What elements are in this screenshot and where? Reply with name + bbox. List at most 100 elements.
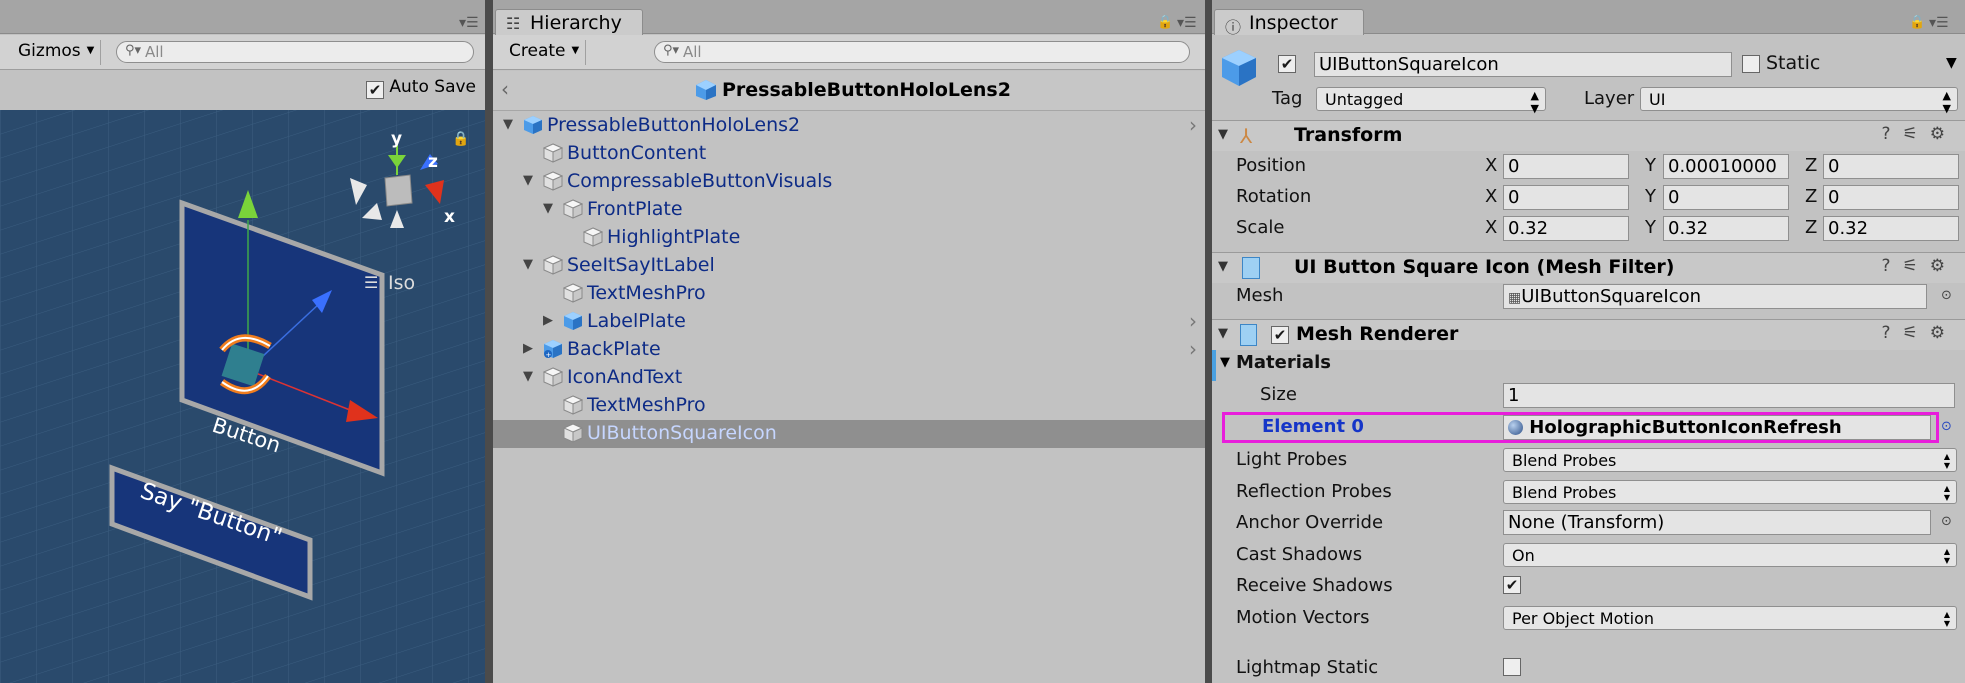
lock-icon[interactable]: 🔒 xyxy=(1157,15,1173,30)
element0-material-field[interactable]: HolographicButtonIconRefresh xyxy=(1503,415,1931,440)
hierarchy-item-label: FrontPlate xyxy=(587,198,683,220)
scene-svg: Button Say "Button" y z x 🔒 ☰ Iso xyxy=(0,110,485,683)
tab-inspector[interactable]: ⓘ Inspector xyxy=(1214,9,1364,37)
cast-shadows-dropdown[interactable]: On ▲ ▼ xyxy=(1503,543,1957,567)
axis-x-label: x xyxy=(444,207,455,227)
help-book-icon: ? xyxy=(1881,323,1903,343)
hierarchy-item[interactable]: ▼ CompressableButtonVisuals xyxy=(493,168,1205,196)
transform-header[interactable]: ▼ ⅄ Transform ?⚟⚙ xyxy=(1212,120,1965,151)
light-probes-dropdown[interactable]: Blend Probes ▲ ▼ xyxy=(1503,448,1957,472)
lock-icon[interactable]: 🔒 xyxy=(1909,15,1925,30)
panel-menu-icon[interactable]: ▾☰ xyxy=(1929,15,1949,31)
position-y-field[interactable]: 0.00010000 xyxy=(1663,154,1789,179)
motion-vectors-value: Per Object Motion xyxy=(1512,609,1655,628)
panel-menu-icon[interactable]: ▾☰ xyxy=(459,15,479,31)
receive-shadows-checkbox[interactable]: ✔ xyxy=(1503,576,1521,594)
component-header-icons[interactable]: ?⚟⚙ xyxy=(1881,124,1957,144)
rotation-y-axis-label[interactable]: Y xyxy=(1645,186,1656,207)
scale-y-axis-label[interactable]: Y xyxy=(1645,217,1656,238)
mesh-renderer-header[interactable]: ▼ ✔ Mesh Renderer ?⚟⚙ xyxy=(1212,319,1965,350)
hierarchy-item[interactable]: ▶ + BackPlate › xyxy=(493,336,1205,364)
chevron-right-icon[interactable]: › xyxy=(1189,113,1197,137)
preset-icon: ⚟ xyxy=(1902,256,1930,276)
rotation-z-field[interactable]: 0 xyxy=(1823,185,1959,210)
expand-triangle-icon[interactable]: ▼ xyxy=(523,173,533,188)
panel-menu-icon[interactable]: ▾☰ xyxy=(1177,15,1197,31)
hierarchy-item[interactable]: ▼ PressableButtonHoloLens2 › xyxy=(493,112,1205,140)
hierarchy-item[interactable]: TextMeshPro xyxy=(493,392,1205,420)
collapsed-triangle-icon[interactable]: ▶ xyxy=(543,313,553,328)
component-header-icons[interactable]: ?⚟⚙ xyxy=(1881,323,1957,343)
object-picker-icon[interactable]: ⊙ xyxy=(1941,288,1952,303)
prefab-header: ‹ PressableButtonHoloLens2 xyxy=(493,71,1205,111)
tab-hierarchy[interactable]: ☷ Hierarchy xyxy=(495,9,643,35)
settings-gear-icon: ⚙ xyxy=(1929,323,1957,343)
scene-viewport[interactable]: Button Say "Button" y z x 🔒 ☰ Iso xyxy=(0,110,485,683)
layer-dropdown[interactable]: UI ▲ ▼ xyxy=(1640,87,1958,115)
chevron-right-icon[interactable]: › xyxy=(1189,309,1197,333)
panel-divider[interactable] xyxy=(485,0,493,683)
create-dropdown[interactable]: Create ▼ xyxy=(503,40,587,65)
tag-dropdown[interactable]: Untagged ▲ ▼ xyxy=(1316,87,1546,115)
collapse-triangle-icon[interactable]: ▼ xyxy=(1218,326,1228,341)
hierarchy-item[interactable]: ▼ FrontPlate xyxy=(493,196,1205,224)
object-picker-icon[interactable]: ⊙ xyxy=(1941,419,1952,434)
static-label: Static xyxy=(1766,52,1821,74)
active-checkbox[interactable]: ✔ xyxy=(1278,55,1296,73)
hierarchy-tree: ▼ PressableButtonHoloLens2 › ButtonContent ▼… xyxy=(493,112,1205,683)
object-picker-icon[interactable]: ⊙ xyxy=(1941,514,1952,529)
rotation-x-value: 0 xyxy=(1508,187,1520,208)
static-checkbox[interactable] xyxy=(1742,55,1760,73)
size-field[interactable]: 1 xyxy=(1503,383,1955,408)
hierarchy-item[interactable]: HighlightPlate xyxy=(493,224,1205,252)
scale-z-axis-label[interactable]: Z xyxy=(1805,217,1817,238)
autosave-checkbox[interactable]: ✔ xyxy=(366,81,384,99)
expand-triangle-icon[interactable]: ▼ xyxy=(523,257,533,272)
back-arrow-icon[interactable]: ‹ xyxy=(501,77,509,101)
hierarchy-item[interactable]: ▼ SeeItSayItLabel xyxy=(493,252,1205,280)
lightmap-static-checkbox[interactable] xyxy=(1503,658,1521,676)
expand-triangle-icon[interactable]: ▼ xyxy=(543,201,553,216)
scale-x-field[interactable]: 0.32 xyxy=(1503,216,1629,241)
motion-vectors-dropdown[interactable]: Per Object Motion ▲ ▼ xyxy=(1503,606,1957,630)
rotation-x-axis-label[interactable]: X xyxy=(1485,186,1497,207)
mesh-filter-header[interactable]: ▼ UI Button Square Icon (Mesh Filter) ?⚟… xyxy=(1212,252,1965,283)
lock-icon[interactable]: 🔒 xyxy=(452,131,469,147)
expand-triangle-icon[interactable]: ▼ xyxy=(503,117,513,132)
reflection-probes-dropdown[interactable]: Blend Probes ▲ ▼ xyxy=(1503,480,1957,504)
object-name-field[interactable]: UIButtonSquareIcon xyxy=(1314,52,1732,77)
collapse-triangle-icon[interactable]: ▼ xyxy=(1218,259,1228,274)
scale-z-field[interactable]: 0.32 xyxy=(1823,216,1959,241)
gizmos-dropdown[interactable]: Gizmos ▼ xyxy=(12,40,102,65)
scale-x-axis-label[interactable]: X xyxy=(1485,217,1497,238)
hierarchy-item[interactable]: UIButtonSquareIcon xyxy=(493,420,1205,448)
scene-search-input[interactable]: ⚲▾ All xyxy=(116,41,474,63)
expand-triangle-icon[interactable]: ▼ xyxy=(523,369,533,384)
rotation-y-field[interactable]: 0 xyxy=(1663,185,1789,210)
position-x-axis-label[interactable]: X xyxy=(1485,155,1497,176)
mesh-renderer-enabled-checkbox[interactable]: ✔ xyxy=(1271,326,1289,344)
anchor-override-field[interactable]: None (Transform) xyxy=(1503,510,1931,535)
hierarchy-search-input[interactable]: ⚲▾ All xyxy=(654,41,1190,63)
rotation-x-field[interactable]: 0 xyxy=(1503,185,1629,210)
component-header-icons[interactable]: ?⚟⚙ xyxy=(1881,256,1957,276)
static-dropdown-icon[interactable]: ▼ xyxy=(1946,55,1957,71)
chevron-right-icon[interactable]: › xyxy=(1189,337,1197,361)
collapsed-triangle-icon[interactable]: ▶ xyxy=(523,341,533,356)
hierarchy-item[interactable]: ▼ IconAndText xyxy=(493,364,1205,392)
hierarchy-item[interactable]: ButtonContent xyxy=(493,140,1205,168)
position-y-axis-label[interactable]: Y xyxy=(1645,155,1656,176)
position-z-field[interactable]: 0 xyxy=(1823,154,1959,179)
autosave-toggle[interactable]: ✔ Auto Save xyxy=(366,77,476,99)
rotation-z-axis-label[interactable]: Z xyxy=(1805,186,1817,207)
position-x-field[interactable]: 0 xyxy=(1503,154,1629,179)
panel-divider[interactable] xyxy=(1205,0,1212,683)
hierarchy-item[interactable]: ▶ LabelPlate › xyxy=(493,308,1205,336)
mesh-object-field[interactable]: ▦UIButtonSquareIcon xyxy=(1503,284,1927,309)
materials-collapse-triangle-icon[interactable]: ▼ xyxy=(1220,355,1230,370)
position-z-axis-label[interactable]: Z xyxy=(1805,155,1817,176)
scale-y-field[interactable]: 0.32 xyxy=(1663,216,1789,241)
search-icon: ⚲▾ xyxy=(125,43,142,58)
hierarchy-item[interactable]: TextMeshPro xyxy=(493,280,1205,308)
collapse-triangle-icon[interactable]: ▼ xyxy=(1218,127,1228,142)
